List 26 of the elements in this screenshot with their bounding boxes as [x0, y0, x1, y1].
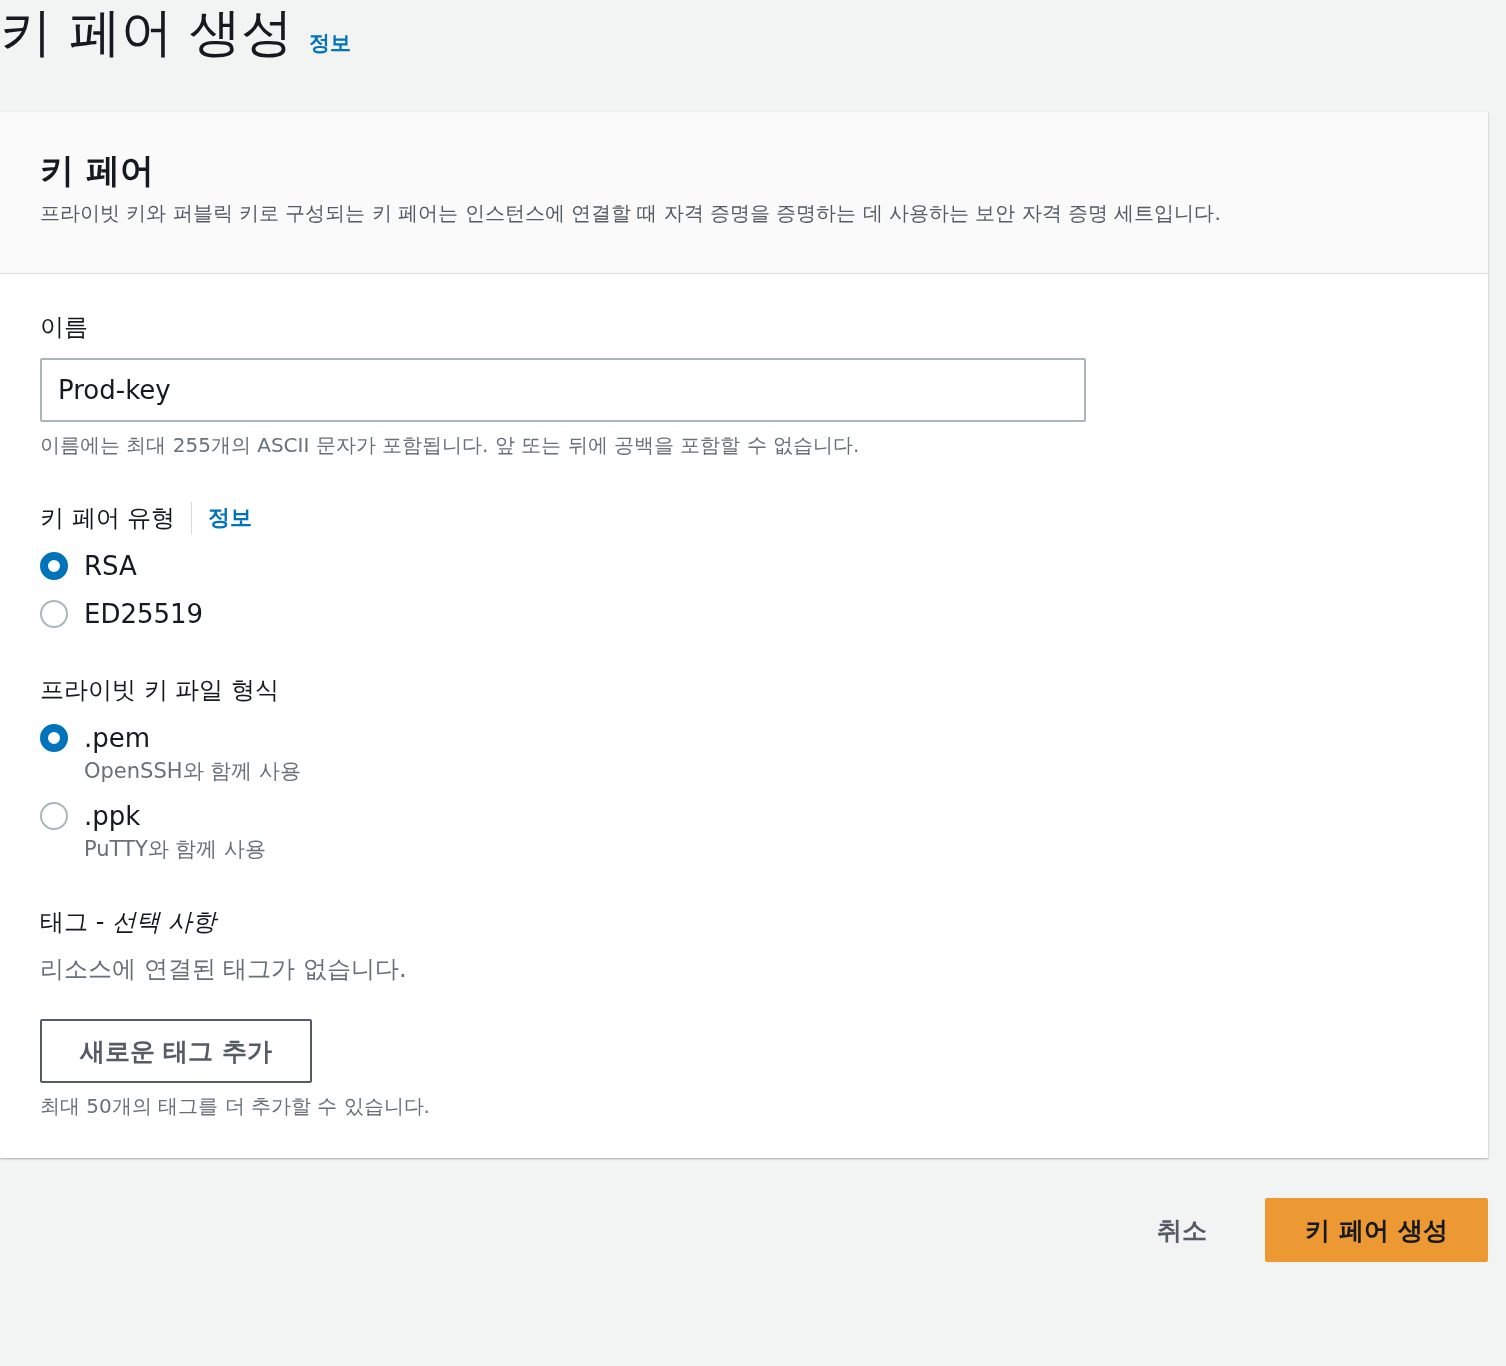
panel-description: 프라이빗 키와 퍼블릭 키로 구성되는 키 페어는 인스턴스에 연결할 때 자격 증명을 증명하는 데 사용하는 보안 자격 증명 세트입니다. [40, 200, 1222, 227]
radio-button[interactable] [40, 802, 68, 830]
radio-button[interactable] [40, 724, 68, 752]
info-link[interactable]: 정보 [309, 29, 352, 57]
limit-note: 최대 50개의 태그를 더 추가할 수 있습니다. [40, 1093, 431, 1120]
field-hint: 이름에는 최대 255개의 ASCII 문자가 포함됩니다. 앞 또는 뒤에 공백을 포함할 수 없습니다. [40, 432, 861, 459]
empty-message: 리소스에 연결된 태그가 없습니다. [40, 954, 408, 985]
field-label: 태그 - 선택 사항 [40, 907, 219, 938]
field-label: 이름 [40, 312, 89, 343]
radio-label: ED25519 [84, 598, 204, 631]
radio-button[interactable] [40, 552, 68, 580]
panel-heading: 키 페어 [40, 149, 155, 192]
option-description: OpenSSH와 함께 사용 [84, 758, 301, 785]
radio-label: RSA [84, 550, 137, 583]
radio-label: .ppk [84, 800, 142, 833]
create-key-pair-button[interactable]: 키 페어 생성 [1265, 1198, 1488, 1262]
radio-button[interactable] [40, 600, 68, 628]
cancel-button[interactable]: 취소 [1139, 1213, 1225, 1247]
info-link[interactable]: 정보 [208, 503, 253, 533]
add-tag-button[interactable]: 새로운 태그 추가 [40, 1019, 312, 1083]
page-title: 키 페어 생성 [0, 1, 294, 64]
field-label: 키 페어 유형 [40, 503, 176, 534]
name-input-field[interactable]: Prod-key [40, 358, 1086, 422]
field-label: 프라이빗 키 파일 형식 [40, 675, 280, 706]
option-description: PuTTY와 함께 사용 [84, 836, 267, 863]
radio-label: .pem [84, 722, 152, 755]
